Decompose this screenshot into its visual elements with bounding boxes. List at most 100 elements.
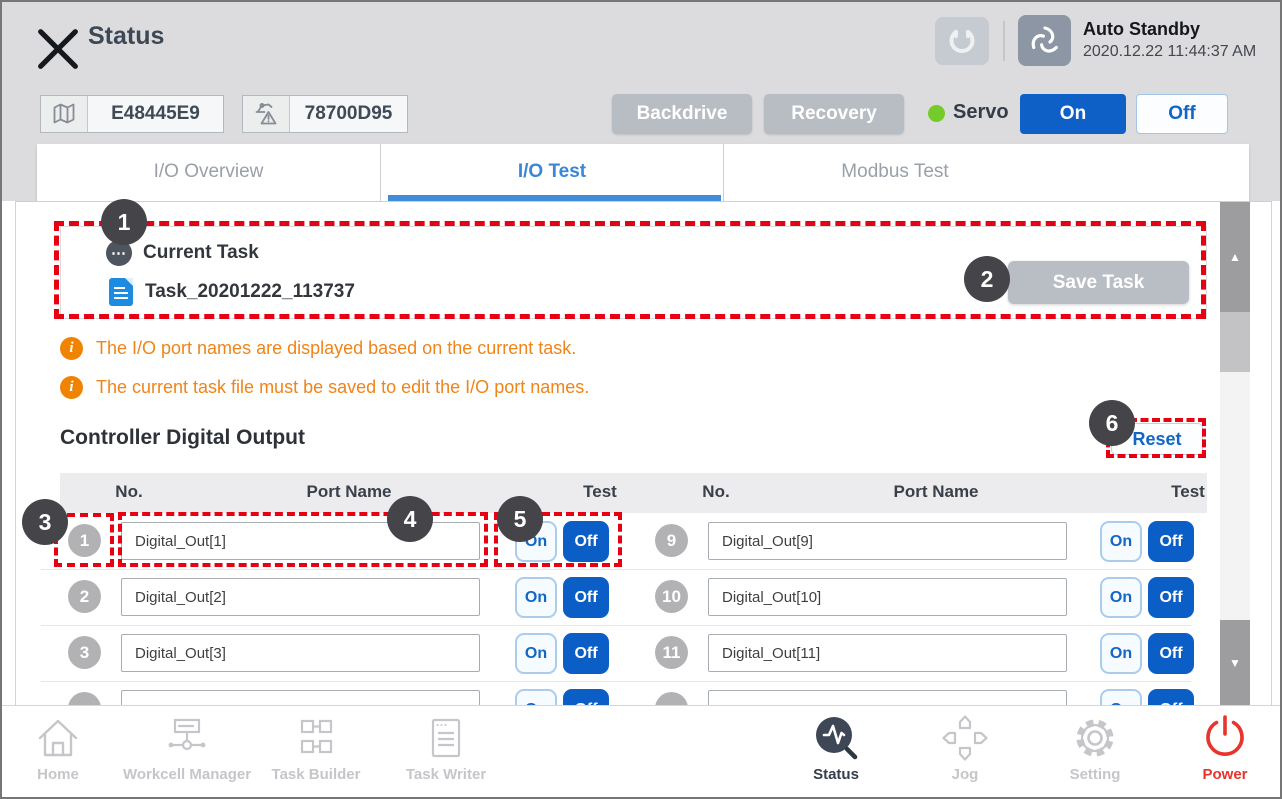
controller-id-field[interactable]: 78700D95 <box>242 95 408 133</box>
servo-on-button[interactable]: On <box>1020 94 1126 134</box>
nav-status[interactable]: Status <box>761 712 911 796</box>
port-name-input[interactable]: Digital_Out[3] <box>121 634 480 672</box>
port-name-input[interactable] <box>121 690 480 705</box>
workcell-manager-icon <box>161 712 213 764</box>
row-number-badge <box>655 692 688 705</box>
scrollbar[interactable]: ▲ ▼ <box>1220 202 1250 705</box>
test-on-button[interactable]: On <box>515 689 557 705</box>
test-on-button[interactable]: On <box>1100 521 1142 562</box>
tab-modbus-test[interactable]: Modbus Test <box>723 144 1066 201</box>
close-icon <box>32 23 84 75</box>
controller-id-value: 78700D95 <box>290 96 407 132</box>
page-title: Status <box>88 22 164 51</box>
scroll-down-icon: ▼ <box>1229 656 1241 670</box>
row-number-badge: 9 <box>655 524 688 557</box>
row-separator <box>41 625 1191 626</box>
annotation-callout-5: 5 <box>497 496 543 542</box>
recovery-button[interactable]: Recovery <box>764 94 904 134</box>
test-on-button[interactable]: On <box>515 633 557 674</box>
scroll-up-button[interactable]: ▲ <box>1220 202 1250 312</box>
nav-workcell-manager[interactable]: Workcell Manager <box>112 712 262 796</box>
col-no-left: No. <box>115 482 142 502</box>
test-off-button[interactable]: Off <box>1148 689 1194 705</box>
scroll-down-button[interactable]: ▼ <box>1220 620 1250 705</box>
row-separator <box>41 569 1191 570</box>
test-off-button[interactable]: Off <box>563 689 609 705</box>
task-builder-icon <box>290 712 342 764</box>
robot-id-value: E48445E9 <box>88 96 223 132</box>
scroll-up-icon: ▲ <box>1229 250 1241 264</box>
notice-row: i The current task file must be saved to… <box>60 376 589 399</box>
nav-task-builder[interactable]: Task Builder <box>241 712 391 796</box>
table-header: No. Port Name Test No. Port Name Test <box>60 473 1207 513</box>
gripper-icon <box>945 24 979 58</box>
power-icon <box>1199 712 1251 764</box>
row-number-badge: 2 <box>68 580 101 613</box>
nav-task-writer[interactable]: Task Writer <box>371 712 521 796</box>
col-no-right: No. <box>702 482 729 502</box>
robot-id-field[interactable]: E48445E9 <box>40 95 224 133</box>
annotation-callout-4: 4 <box>387 496 433 542</box>
auto-standby-button[interactable] <box>1018 15 1071 66</box>
nav-power[interactable]: Power <box>1150 712 1282 796</box>
test-on-button[interactable]: On <box>515 577 557 618</box>
test-on-button[interactable]: On <box>1100 577 1142 618</box>
annotation-callout-1: 1 <box>101 199 147 245</box>
port-name-input[interactable]: Digital_Out[2] <box>121 578 480 616</box>
row-number-badge: 10 <box>655 580 688 613</box>
auto-standby-swirl-icon <box>1027 23 1063 59</box>
servo-off-button[interactable]: Off <box>1136 94 1228 134</box>
port-name-input[interactable]: Digital_Out[11] <box>708 634 1067 672</box>
col-test-right: Test <box>1171 482 1205 502</box>
row-separator <box>41 681 1191 682</box>
row-number-badge: 3 <box>68 636 101 669</box>
scrollbar-track[interactable] <box>1220 372 1250 620</box>
test-off-button[interactable]: Off <box>1148 577 1194 618</box>
status-screen: Status Auto Standby 2020.12.22 11:44:37 … <box>0 0 1282 799</box>
test-off-button[interactable]: Off <box>1148 633 1194 674</box>
gripper-button[interactable] <box>935 17 989 65</box>
port-name-input[interactable] <box>708 690 1067 705</box>
home-icon <box>32 712 84 764</box>
scrollbar-thumb[interactable] <box>1220 312 1250 372</box>
section-title: Controller Digital Output <box>60 426 305 450</box>
close-button[interactable] <box>32 23 68 59</box>
header-divider <box>1003 21 1005 61</box>
port-name-input[interactable]: Digital_Out[10] <box>708 578 1067 616</box>
robot-mode-label: Auto Standby <box>1083 19 1200 40</box>
task-writer-icon <box>420 712 472 764</box>
nav-setting[interactable]: Setting <box>1020 712 1170 796</box>
timestamp: 2020.12.22 11:44:37 AM <box>1083 43 1256 61</box>
notice-text: The current task file must be saved to e… <box>96 377 589 398</box>
col-portname-left: Port Name <box>306 482 391 502</box>
test-off-button[interactable]: Off <box>563 633 609 674</box>
col-test-left: Test <box>583 482 617 502</box>
jog-icon <box>939 712 991 764</box>
bottom-navigation: Home Workcell Manager Task Builder <box>2 705 1280 797</box>
nav-jog[interactable]: Jog <box>890 712 1040 796</box>
col-portname-right: Port Name <box>893 482 978 502</box>
info-icon: i <box>60 337 83 360</box>
test-on-button[interactable]: On <box>1100 689 1142 705</box>
status-icon <box>810 712 862 764</box>
robot-arm-warning-icon <box>243 96 290 132</box>
servo-status-indicator <box>928 105 945 122</box>
tab-io-test[interactable]: I/O Test <box>380 144 723 201</box>
port-name-input[interactable]: Digital_Out[9] <box>708 522 1067 560</box>
annotation-callout-6: 6 <box>1089 400 1135 446</box>
annotation-callout-3: 3 <box>22 499 68 545</box>
notice-row: i The I/O port names are displayed based… <box>60 337 576 360</box>
servo-label: Servo <box>953 101 1009 124</box>
backdrive-button[interactable]: Backdrive <box>612 94 752 134</box>
test-on-button[interactable]: On <box>1100 633 1142 674</box>
test-off-button[interactable]: Off <box>1148 521 1194 562</box>
test-off-button[interactable]: Off <box>563 577 609 618</box>
tab-io-overview[interactable]: I/O Overview <box>37 144 380 201</box>
notice-text: The I/O port names are displayed based o… <box>96 338 576 359</box>
info-icon: i <box>60 376 83 399</box>
row-number-badge: 11 <box>655 636 688 669</box>
setting-icon <box>1069 712 1121 764</box>
annotation-box-current-task <box>54 221 1206 319</box>
robot-map-icon <box>41 96 88 132</box>
tab-bar: I/O Overview I/O Test Modbus Test <box>37 144 1249 201</box>
